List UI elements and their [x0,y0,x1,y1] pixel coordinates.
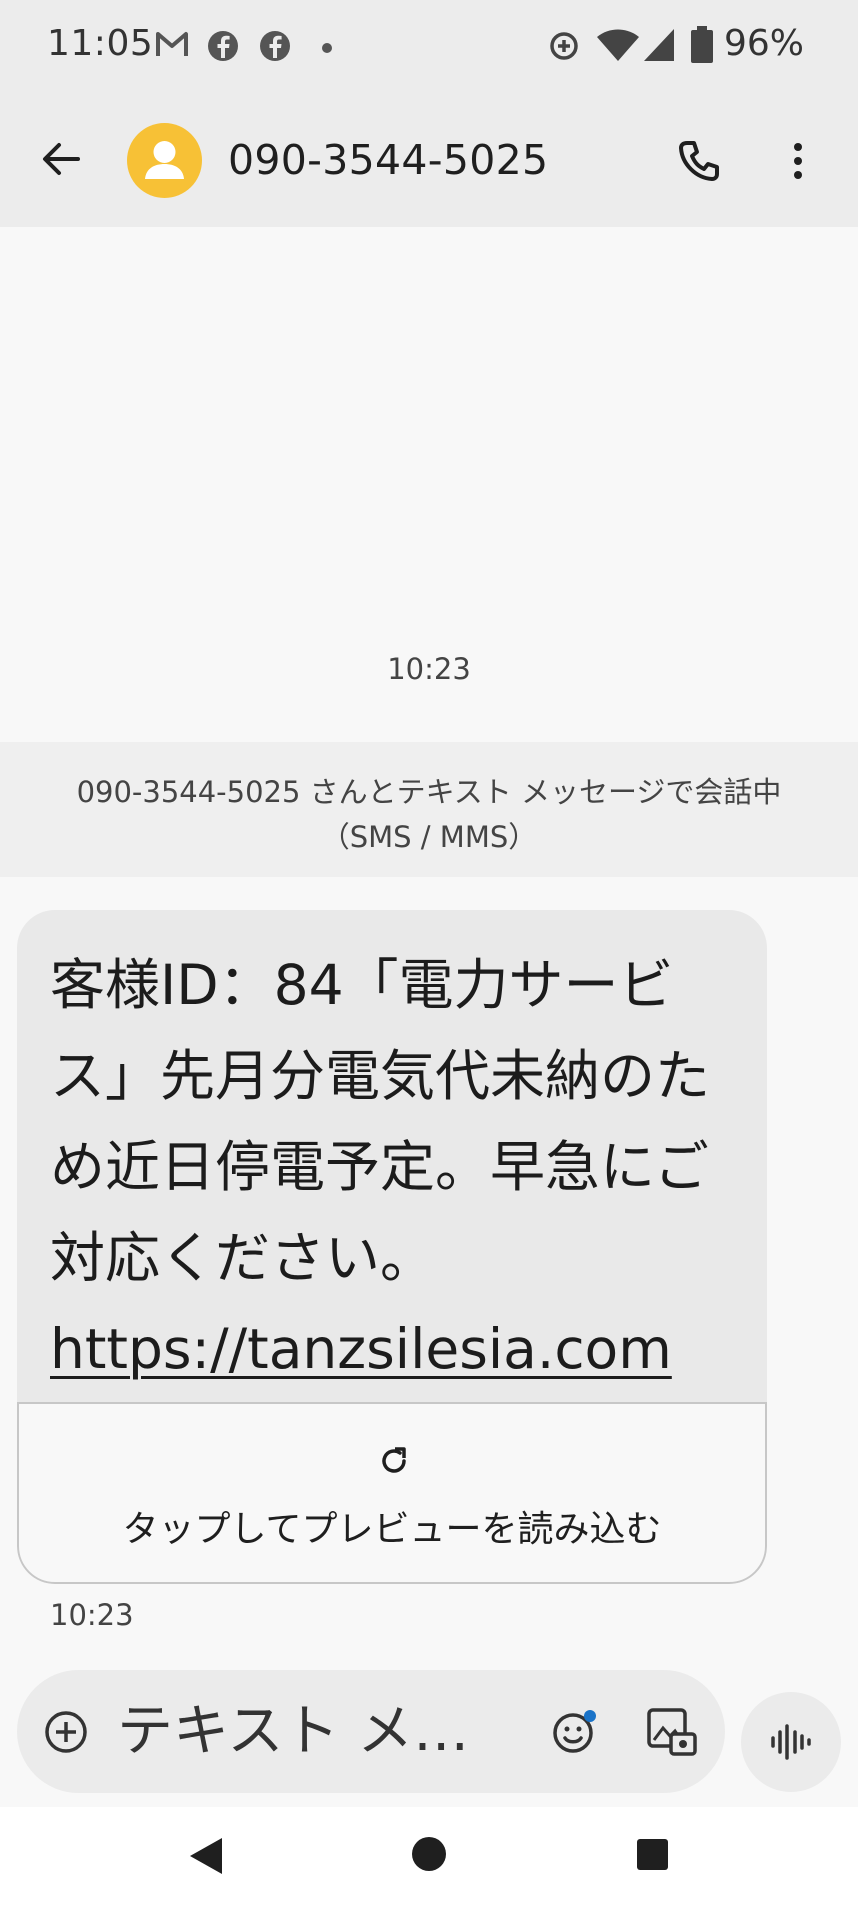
person-icon [145,141,184,179]
message-link[interactable]: https://tanzsilesia.com [50,1304,750,1395]
nav-home-icon[interactable] [411,1836,447,1872]
emoji-icon[interactable] [551,1708,599,1756]
more-options-icon[interactable] [778,136,818,186]
navigation-bar [0,1807,858,1907]
preview-label: タップしてプレビューを読み込む [122,1509,662,1550]
nav-recents-icon[interactable] [636,1838,669,1871]
wifi-icon [597,29,639,61]
status-bar: 11:05 96% [0,0,858,96]
status-time: 11:05 [47,23,154,64]
message-input[interactable] [117,1694,517,1769]
signal-icon [644,29,674,61]
conversation-info-banner: 090-3544-5025 さんとテキスト メッセージで会話中（SMS / MM… [0,742,858,877]
facebook-icon [208,31,238,61]
facebook-icon [260,31,290,61]
data-saver-icon [550,32,578,60]
gmail-icon [156,32,188,56]
nav-back-icon[interactable] [188,1836,224,1876]
gallery-icon[interactable] [645,1706,697,1758]
compose-bar [17,1670,725,1793]
voice-message-button[interactable] [741,1692,841,1792]
contact-name: 090-3544-5025 [228,136,549,184]
message-text: 客様ID：84「電力サービス」先月分電気代未納のため近日停電予定。早急にご対応く… [50,953,711,1290]
refresh-icon [382,1447,406,1473]
battery-percent: 96% [724,23,805,64]
avatar[interactable] [127,123,202,198]
add-attachment-icon[interactable] [44,1710,88,1754]
screen: 11:05 96% 090-3544-5025 10:23 090-3544-5… [0,0,858,1907]
back-button[interactable] [36,134,86,184]
message-body: 客様ID：84「電力サービス」先月分電気代未納のため近日停電予定。早急にご対応く… [50,940,750,1395]
phone-icon[interactable] [674,136,724,186]
waveform-icon [771,1724,811,1760]
dot-icon [322,43,332,53]
app-bar: 090-3544-5025 [0,96,858,227]
battery-icon [691,26,713,63]
message-time: 10:23 [50,1598,134,1632]
thread-timestamp: 10:23 [387,652,471,686]
link-preview-card[interactable]: タップしてプレビューを読み込む [17,1402,767,1584]
message-bubble[interactable]: 客様ID：84「電力サービス」先月分電気代未納のため近日停電予定。早急にご対応く… [17,910,767,1584]
